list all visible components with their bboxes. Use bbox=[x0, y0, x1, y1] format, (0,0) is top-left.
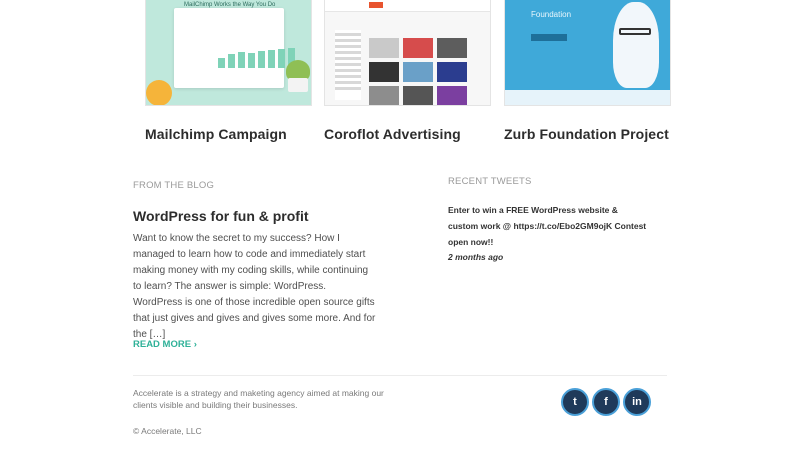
portfolio-row: MailChimp Works the Way You Do Foundatio… bbox=[0, 0, 800, 160]
tweet-text: Enter to win a FREE WordPress website & … bbox=[448, 205, 647, 247]
linkedin-icon: in bbox=[632, 396, 642, 408]
portfolio-thumb-zurb[interactable]: Foundation bbox=[504, 0, 671, 106]
project-title-mailchimp[interactable]: Mailchimp Campaign bbox=[145, 126, 287, 142]
project-title-zurb[interactable]: Zurb Foundation Project bbox=[504, 126, 669, 142]
zurb-footer-strip bbox=[505, 90, 670, 105]
thumb-heading: Foundation bbox=[531, 10, 572, 19]
blog-section-label: FROM THE BLOG bbox=[133, 180, 215, 191]
coroflot-header bbox=[325, 0, 490, 12]
footer-copyright: © Accelerate, LLC bbox=[133, 426, 202, 436]
coroflot-logo bbox=[369, 2, 383, 8]
pot-image bbox=[288, 78, 308, 92]
blog-excerpt: Want to know the secret to my success? H… bbox=[133, 233, 376, 340]
mailchimp-report-card bbox=[174, 8, 295, 88]
twitter-icon: t bbox=[573, 396, 577, 408]
tweet-timestamp: 2 months ago bbox=[448, 252, 504, 262]
yeti-glasses bbox=[619, 28, 651, 35]
footer-divider bbox=[133, 375, 667, 376]
read-more-link[interactable]: READ MORE › bbox=[133, 339, 197, 350]
coroflot-sidebar bbox=[335, 30, 361, 100]
lemon-image bbox=[146, 80, 172, 105]
project-title-coroflot[interactable]: Coroflot Advertising bbox=[324, 126, 461, 142]
linkedin-button[interactable]: in bbox=[623, 388, 651, 416]
footer-about-text: Accelerate is a strategy and maketing ag… bbox=[133, 388, 384, 410]
zurb-download-button bbox=[531, 34, 567, 41]
facebook-button[interactable]: f bbox=[592, 388, 620, 416]
portfolio-thumb-coroflot[interactable] bbox=[324, 0, 491, 106]
tweets-section-label: RECENT TWEETS bbox=[448, 176, 532, 187]
yeti-mascot-image bbox=[613, 2, 659, 88]
blog-post-title[interactable]: WordPress for fun & profit bbox=[133, 208, 309, 224]
facebook-icon: f bbox=[604, 396, 608, 408]
portfolio-thumb-mailchimp[interactable]: MailChimp Works the Way You Do bbox=[145, 0, 312, 106]
twitter-button[interactable]: t bbox=[561, 388, 589, 416]
